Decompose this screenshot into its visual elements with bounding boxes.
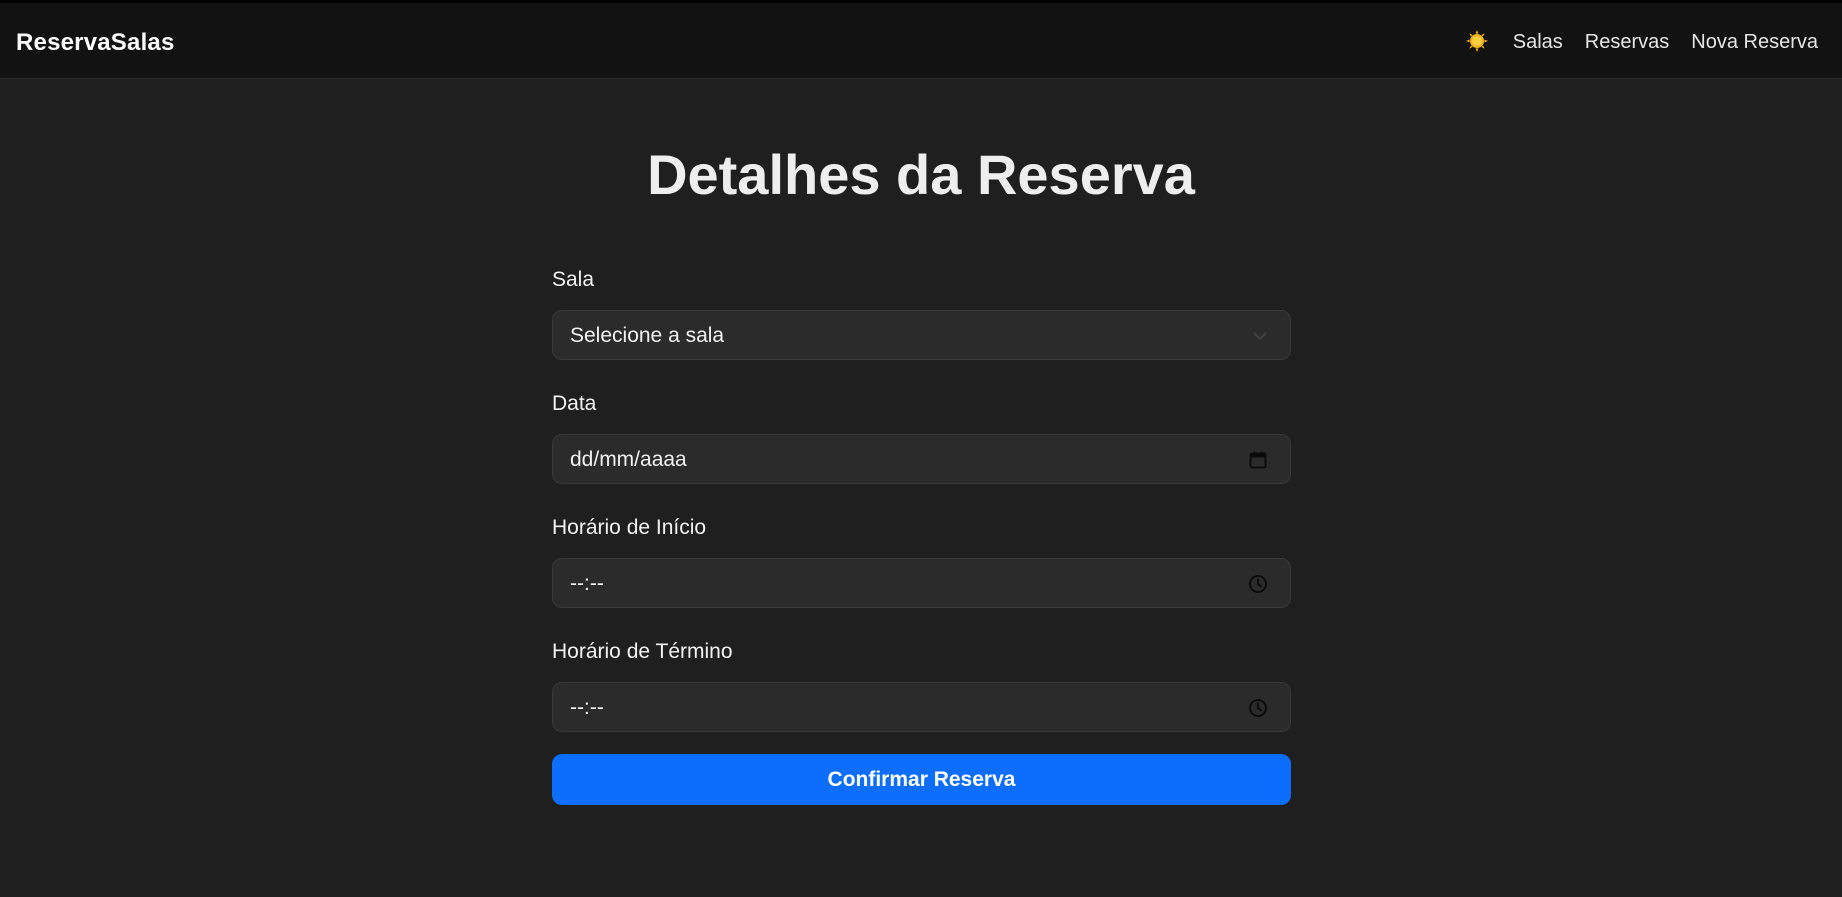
nav-link-salas[interactable]: Salas — [1513, 31, 1563, 54]
end-time-label: Horário de Término — [552, 640, 733, 663]
start-time-input-value: --:-- — [570, 572, 604, 595]
page-title: Detalhes da Reserva — [647, 143, 1195, 206]
room-label: Sala — [552, 268, 595, 291]
start-time-input[interactable]: --:-- — [552, 558, 1291, 608]
date-input[interactable]: dd/mm/aaaa — [552, 434, 1291, 484]
room-select[interactable]: Selecione a sala — [552, 310, 1291, 360]
navbar: ReservaSalas Salas Reservas Nova Reserva — [0, 3, 1842, 79]
end-time-input-value: --:-- — [570, 696, 604, 719]
room-select-value: Selecione a sala — [570, 324, 725, 347]
reservation-form: Sala Selecione a sala Data dd/mm/aaaa Ho… — [552, 268, 1291, 805]
clock-icon[interactable] — [1248, 698, 1268, 718]
nav-link-nova-reserva[interactable]: Nova Reserva — [1691, 31, 1818, 54]
nav-link-reservas[interactable]: Reservas — [1585, 31, 1669, 54]
start-time-label: Horário de Início — [552, 516, 707, 539]
chevron-down-icon — [1253, 332, 1267, 340]
brand-logo[interactable]: ReservaSalas — [16, 29, 175, 57]
end-time-input[interactable]: --:-- — [552, 682, 1291, 732]
sun-icon[interactable] — [1465, 29, 1489, 53]
calendar-icon[interactable] — [1248, 450, 1268, 470]
nav-menu: Salas Reservas Nova Reserva — [1465, 29, 1818, 54]
clock-icon[interactable] — [1248, 574, 1268, 594]
date-input-value: dd/mm/aaaa — [570, 448, 687, 471]
confirm-reservation-button[interactable]: Confirmar Reserva — [552, 754, 1291, 805]
date-label: Data — [552, 392, 597, 415]
